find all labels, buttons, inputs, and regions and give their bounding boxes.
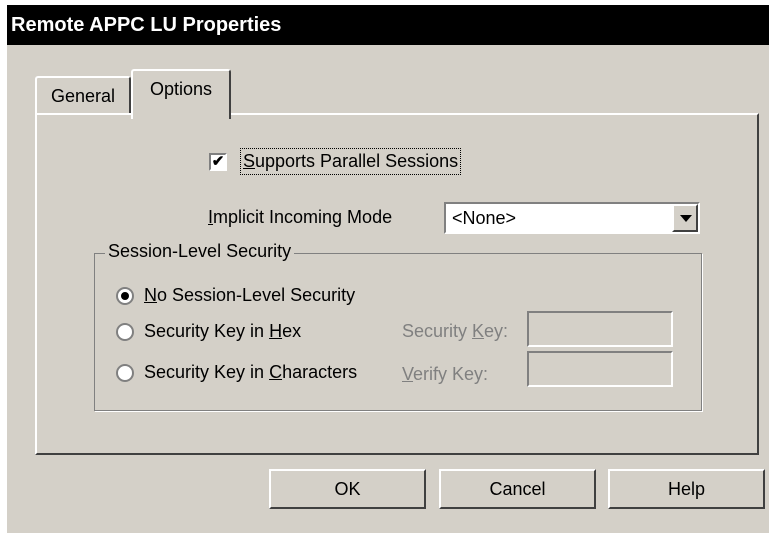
char-key-mnemonic: C — [269, 362, 283, 382]
tab-options[interactable]: Options — [131, 69, 231, 119]
parallel-sessions-mnemonic: S — [243, 151, 256, 171]
hex-key-label[interactable]: Security Key in Hex — [144, 321, 301, 342]
no-security-label-rest: o Session-Level Security — [157, 285, 356, 305]
help-button-label: Help — [667, 479, 706, 499]
verify-key-label: Verify Key: — [402, 364, 488, 385]
char-key-label[interactable]: Security Key in Characters — [144, 362, 357, 383]
security-key-input[interactable] — [527, 311, 673, 347]
ok-button-label: OK — [334, 479, 361, 499]
hex-key-mnemonic: H — [269, 321, 283, 341]
title-bar: Remote APPC LU Properties — [7, 5, 769, 45]
no-security-mnemonic: N — [144, 285, 157, 305]
security-key-label: Security Key: — [402, 321, 508, 342]
cancel-button-label: Cancel — [489, 479, 546, 499]
implicit-mode-dropdown-button[interactable] — [672, 204, 698, 232]
hex-key-label-start: Security Key in — [144, 321, 270, 341]
parallel-sessions-label-rest: upports Parallel Sessions — [255, 151, 459, 171]
verify-key-mnemonic: V — [402, 364, 414, 384]
tab-general-label: General — [50, 86, 116, 106]
verify-key-label-rest: erify Key: — [413, 364, 489, 384]
help-button[interactable]: Help — [608, 469, 765, 509]
parallel-sessions-label[interactable]: Supports Parallel Sessions — [239, 148, 462, 175]
cancel-button[interactable]: Cancel — [439, 469, 596, 509]
parallel-sessions-checkbox[interactable]: ✔ — [209, 153, 227, 171]
security-key-mnemonic: K — [472, 321, 485, 341]
properties-dialog: Remote APPC LU Properties General Option… — [7, 5, 769, 533]
security-key-label-rest: ey: — [484, 321, 509, 341]
session-security-group-title: Session-Level Security — [105, 241, 295, 262]
implicit-mode-value: <None> — [452, 208, 517, 228]
char-key-label-rest: haracters — [282, 362, 358, 382]
radio-selected-dot — [121, 292, 129, 300]
char-key-radio[interactable] — [116, 364, 134, 382]
char-key-label-start: Security Key in — [144, 362, 270, 382]
no-security-label[interactable]: No Session-Level Security — [144, 285, 355, 306]
no-security-radio[interactable] — [116, 287, 134, 305]
tab-general[interactable]: General — [35, 76, 131, 114]
verify-key-input[interactable] — [527, 351, 673, 387]
hex-key-label-rest: ex — [282, 321, 302, 341]
implicit-mode-select[interactable]: <None> — [444, 202, 700, 234]
implicit-mode-label: Implicit Incoming Mode — [208, 207, 392, 228]
security-key-label-start: Security — [402, 321, 473, 341]
window-title: Remote APPC LU Properties — [11, 14, 282, 36]
hex-key-radio[interactable] — [116, 323, 134, 341]
ok-button[interactable]: OK — [269, 469, 426, 509]
check-icon: ✔ — [211, 153, 225, 170]
tab-options-label: Options — [149, 79, 213, 99]
chevron-down-icon — [680, 215, 692, 222]
implicit-mode-label-rest: mplicit Incoming Mode — [213, 207, 393, 227]
